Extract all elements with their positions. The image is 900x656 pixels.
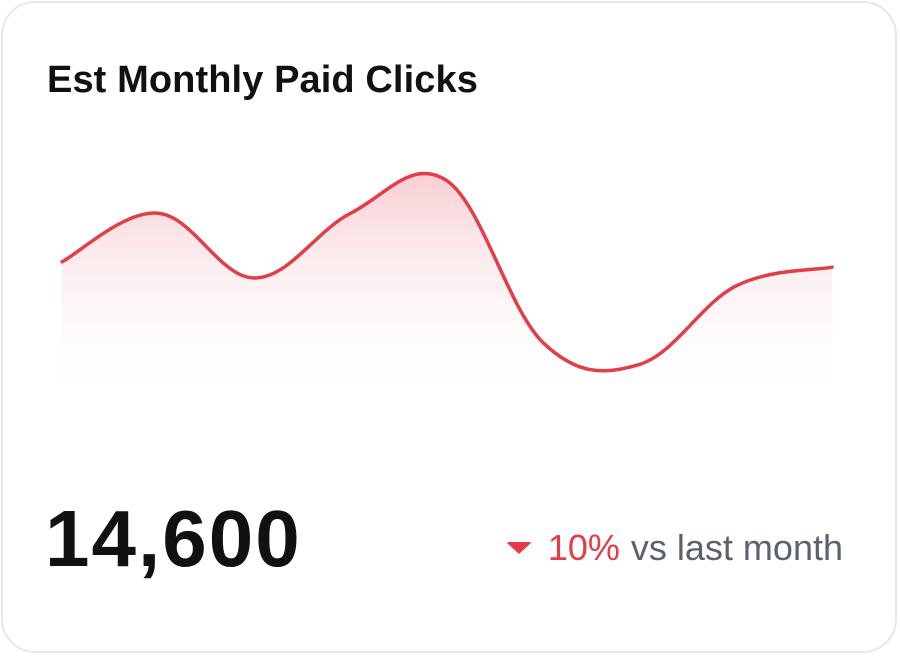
- triangle-down-icon: [505, 542, 532, 554]
- change-percent: 10%: [547, 527, 620, 568]
- metric-value: 14,600: [45, 494, 302, 583]
- change-label: vs last month: [630, 527, 843, 568]
- paid-clicks-card: Est Monthly Paid Clicks 14,600 10% vs la…: [1, 1, 897, 653]
- change-indicator: 10% vs last month: [505, 527, 843, 568]
- sparkline-area: [62, 173, 832, 408]
